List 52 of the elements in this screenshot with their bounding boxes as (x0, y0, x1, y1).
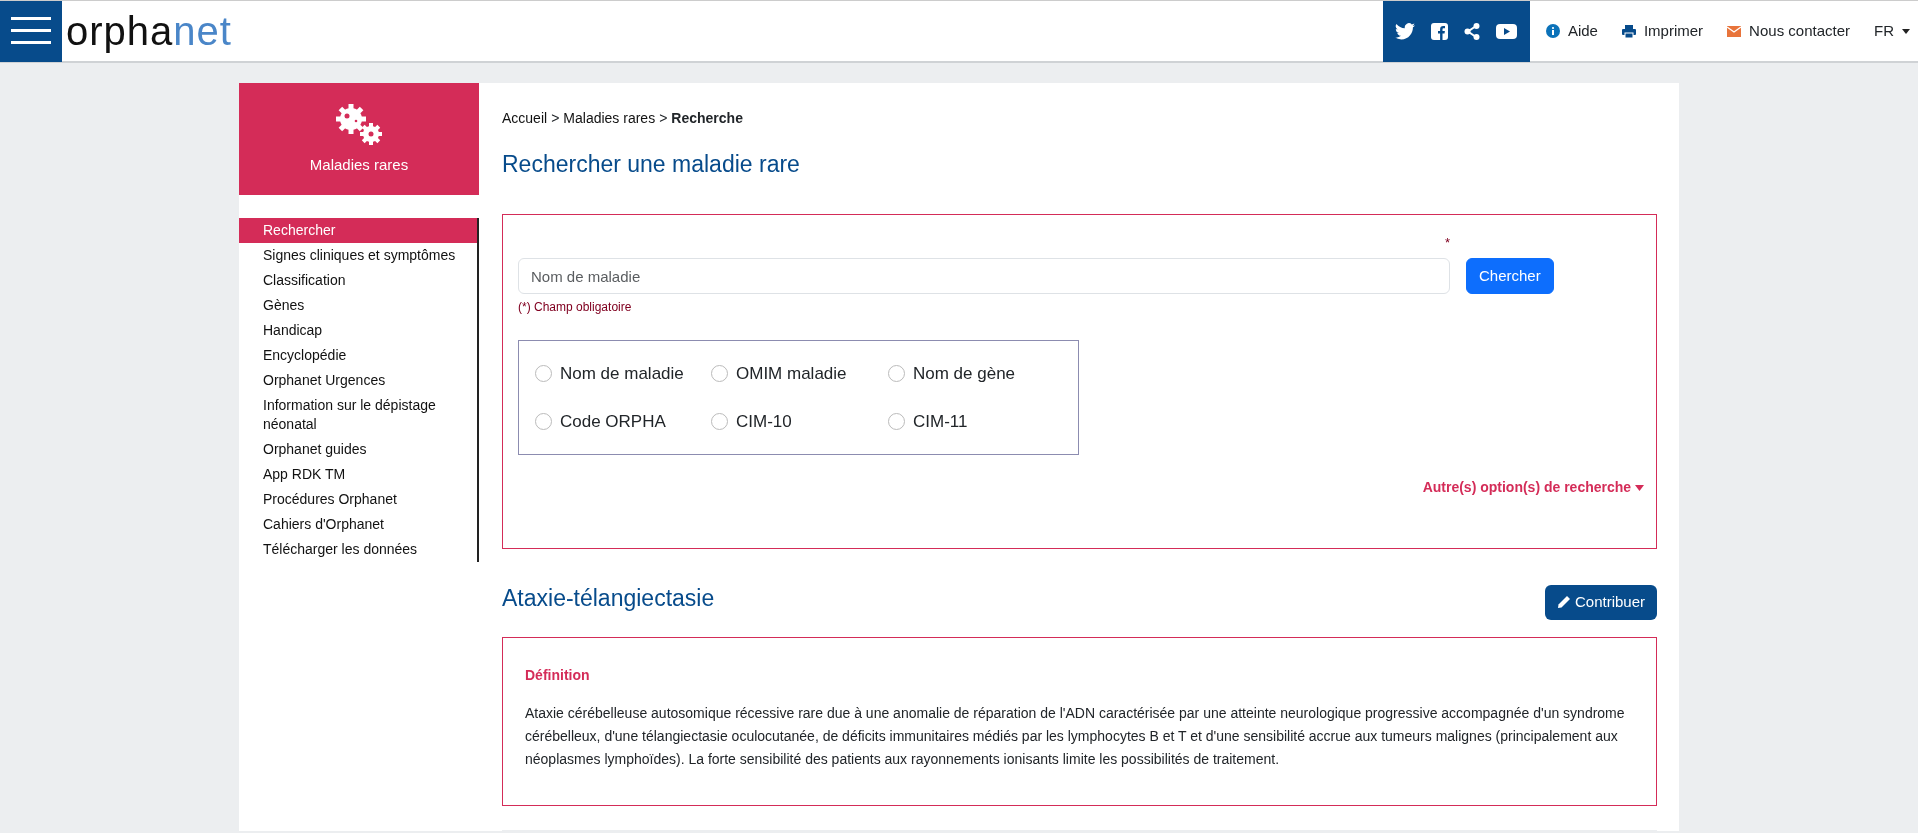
more-options-link[interactable]: Autre(s) option(s) de recherche (1422, 477, 1644, 499)
logo[interactable]: orphanet (66, 11, 232, 51)
sidebar-item[interactable]: Signes cliniques et symptômes (239, 243, 477, 268)
sidebar-item[interactable]: Classification (239, 268, 477, 293)
header-link[interactable]: Imprimer (1621, 19, 1704, 43)
radio-option[interactable]: CIM-11 (888, 408, 1048, 435)
menu-button[interactable] (0, 0, 62, 62)
radio-option[interactable]: Nom de gène (888, 361, 1048, 387)
caret-icon (1635, 485, 1644, 492)
play-icon[interactable] (1496, 23, 1518, 39)
envelope-icon (1727, 25, 1742, 37)
contribute-button[interactable]: Contribuer (1544, 585, 1657, 620)
disease-title: Ataxie-télangiectasie (502, 585, 715, 613)
menu-icon (11, 17, 51, 45)
header-link[interactable]: Nous contacter (1727, 19, 1850, 43)
f-square-icon[interactable] (1431, 22, 1449, 40)
info-icon (1545, 24, 1560, 38)
radio-option[interactable]: Code ORPHA (535, 408, 711, 435)
breadcrumb-current: Recherche (671, 109, 743, 128)
search-field[interactable]: Nom de maladie (518, 258, 1450, 295)
breadcrumb-link[interactable]: Maladies rares (563, 108, 656, 129)
required-note: (*) Champ obligatoire (518, 299, 633, 317)
search-button[interactable]: Chercher (1466, 257, 1554, 295)
sidebar-item[interactable]: Handicap (239, 318, 477, 343)
caret-icon (1902, 28, 1910, 34)
share-icon[interactable] (1464, 22, 1481, 40)
sidebar-item[interactable]: Télécharger les données (239, 537, 477, 562)
page-title: Rechercher une maladie rare (502, 151, 801, 179)
bird-icon[interactable] (1395, 22, 1416, 40)
sidebar-item[interactable]: Procédures Orphanet (239, 487, 477, 512)
breadcrumb-separator: > (659, 109, 668, 128)
sidebar-item[interactable]: Orphanet Urgences (239, 368, 477, 393)
radio-option[interactable]: OMIM maladie (711, 361, 888, 387)
printer-icon (1621, 24, 1636, 38)
radio-option[interactable]: CIM-10 (711, 408, 888, 435)
sidebar-item[interactable]: Orphanet guides (239, 437, 477, 462)
definition-heading: Définition (525, 665, 591, 685)
breadcrumb-separator: > (551, 109, 560, 128)
breadcrumb-link[interactable]: Accueil (502, 108, 548, 129)
pencil-icon (1556, 595, 1571, 610)
sidebar-item[interactable]: Gènes (239, 293, 477, 318)
radio-option[interactable]: Nom de maladie (535, 361, 711, 387)
sidebar-item[interactable]: Rechercher (239, 218, 477, 243)
sidebar-item[interactable]: Encyclopédie (239, 343, 477, 368)
sidebar-item[interactable]: Information sur le dépistage néonatal (239, 393, 477, 437)
sidebar-item[interactable]: Cahiers d'Orphanet (239, 512, 477, 537)
definition-text: Ataxie cérébelleuse autosomique récessive rare due à une anomalie de réparation de l'ADN caractérisée par une atteinte neurologique progressive accompagnée d'un syndrome cérébelleux, d'une télangiectasie oculocutanée, de déficits immunitaires médiés par les lymphocytes B et T et d'une sensibilité accrue aux tumeurs malignes (principalement aux néoplasmes lymphoïdes). La forte sensibilité des patients aux rayonnements ionisants limite les possibilités de traitement. (525, 703, 1626, 769)
required-mark: * (1444, 233, 1450, 252)
section-title: Maladies rares (309, 154, 409, 175)
sidebar-item[interactable]: App RDK TM (239, 462, 477, 487)
header-link[interactable]: Aide (1545, 19, 1598, 43)
language-dropdown[interactable]: FR (1874, 19, 1910, 43)
